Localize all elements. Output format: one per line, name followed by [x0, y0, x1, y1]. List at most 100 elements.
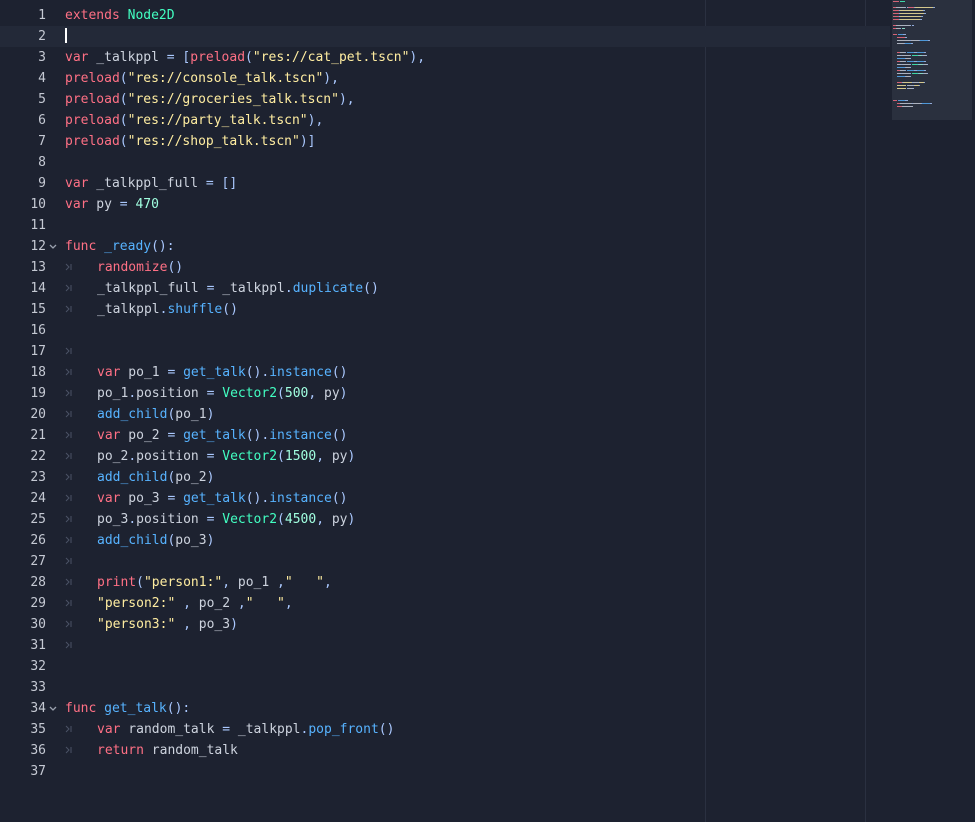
- code-line[interactable]: 9 var _talkppl_full = []: [0, 173, 890, 194]
- code-line[interactable]: 32: [0, 656, 890, 677]
- code-token: =: [205, 176, 214, 191]
- code-line[interactable]: 19 po_1.position = Vector2(500, py): [0, 383, 890, 404]
- minimap-stroke: [905, 61, 906, 62]
- line-number: 4: [38, 71, 46, 86]
- code-token: Vector2: [222, 449, 278, 464]
- code-token: ,: [277, 575, 285, 590]
- line-number: 30: [30, 617, 46, 632]
- code-line[interactable]: 13 randomize(): [0, 257, 890, 278]
- code-token: ),: [307, 113, 324, 128]
- code-line[interactable]: 35 var random_talk = _talkppl.pop_front(): [0, 719, 890, 740]
- code-line[interactable]: 15 _talkppl.shuffle(): [0, 299, 890, 320]
- text-caret: [65, 28, 67, 43]
- code-editor[interactable]: 1 extends Node2D 2 3 var _talkppl = [preload…: [0, 0, 975, 822]
- code-line[interactable]: 31: [0, 635, 890, 656]
- code-line[interactable]: 2: [0, 26, 890, 47]
- code-line[interactable]: 37: [0, 761, 890, 782]
- code-line[interactable]: 1 extends Node2D: [0, 5, 890, 26]
- line-number: 32: [30, 659, 46, 674]
- code-line[interactable]: 7 preload("res://shop_talk.tscn")]: [0, 131, 890, 152]
- code-token: .: [284, 281, 293, 296]
- code-line[interactable]: 4 preload("res://console_talk.tscn"),: [0, 68, 890, 89]
- code-token: (: [245, 50, 253, 65]
- code-token: =: [119, 197, 128, 212]
- code-token: po_1: [175, 407, 207, 422]
- code-line[interactable]: 16: [0, 320, 890, 341]
- code-token: position: [136, 512, 207, 527]
- minimap-stroke: [897, 37, 905, 38]
- code-line[interactable]: 30 "person3:" , po_3): [0, 614, 890, 635]
- minimap-stroke: [902, 106, 913, 107]
- code-line[interactable]: 21 var po_2 = get_talk().instance(): [0, 425, 890, 446]
- minimap-stroke: [923, 10, 925, 11]
- code-token: return: [97, 743, 144, 758]
- code-token: (): [222, 302, 238, 317]
- code-token: ,: [308, 386, 317, 401]
- code-token: _talkppl: [97, 302, 160, 317]
- code-token: (: [119, 71, 128, 86]
- minimap[interactable]: [892, 0, 972, 120]
- code-line[interactable]: 14 _talkppl_full = _talkppl.duplicate(): [0, 278, 890, 299]
- line-number: 9: [38, 176, 46, 191]
- code-line[interactable]: 12 func _ready():: [0, 236, 890, 257]
- minimap-stroke: [924, 13, 926, 14]
- line-number: 18: [30, 365, 46, 380]
- code-line[interactable]: 28 print("person1:", po_1 ," ",: [0, 572, 890, 593]
- code-token: 1500: [284, 449, 317, 464]
- code-text: var random_talk = _talkppl.pop_front(): [97, 719, 394, 740]
- code-line[interactable]: 25 po_3.position = Vector2(4500, py): [0, 509, 890, 530]
- code-token: ),: [409, 50, 426, 65]
- minimap-stroke: [924, 70, 926, 71]
- code-token: ():: [151, 239, 175, 254]
- minimap-stroke: [900, 1, 905, 2]
- code-line[interactable]: 11: [0, 215, 890, 236]
- code-line[interactable]: 29 "person2:" , po_2 ," ",: [0, 593, 890, 614]
- code-line[interactable]: 24 var po_3 = get_talk().instance(): [0, 488, 890, 509]
- code-line[interactable]: 17: [0, 341, 890, 362]
- code-token: ,: [222, 575, 231, 590]
- code-token: _talkppl: [230, 722, 301, 737]
- code-line[interactable]: 23 add_child(po_2): [0, 467, 890, 488]
- chevron-down-icon[interactable]: [48, 698, 58, 719]
- code-line[interactable]: 8: [0, 152, 890, 173]
- line-number: 34: [30, 701, 46, 716]
- code-line[interactable]: 3 var _talkppl = [preload("res://cat_pet.…: [0, 47, 890, 68]
- code-token: ,: [183, 617, 191, 632]
- code-line[interactable]: 18 var po_1 = get_talk().instance(): [0, 362, 890, 383]
- code-token: po_3: [190, 617, 231, 632]
- code-line[interactable]: 36 return random_talk: [0, 740, 890, 761]
- code-token: position: [136, 449, 207, 464]
- code-token: instance: [269, 428, 332, 443]
- code-token: (): [378, 722, 395, 737]
- code-token: ): [339, 386, 348, 401]
- code-line[interactable]: 10 var py = 470: [0, 194, 890, 215]
- minimap-stroke: [903, 34, 906, 35]
- minimap-stroke: [920, 19, 922, 20]
- code-token: "res://console_talk.tscn": [127, 71, 324, 86]
- code-token: ,: [324, 575, 332, 590]
- code-line[interactable]: 26 add_child(po_3): [0, 530, 890, 551]
- line-number: 24: [30, 491, 46, 506]
- minimap-stroke: [927, 64, 928, 65]
- minimap-stroke: [910, 73, 911, 74]
- line-number: 3: [38, 50, 46, 65]
- code-line[interactable]: 34 func get_talk():: [0, 698, 890, 719]
- code-line[interactable]: 27: [0, 551, 890, 572]
- code-token: ().: [245, 365, 270, 380]
- code-line[interactable]: 20 add_child(po_1): [0, 404, 890, 425]
- line-number: 8: [38, 155, 46, 170]
- minimap-stroke: [910, 55, 911, 56]
- minimap-stroke: [897, 76, 905, 77]
- code-line[interactable]: 33: [0, 677, 890, 698]
- chevron-down-icon[interactable]: [48, 236, 58, 257]
- minimap-stroke: [900, 10, 923, 11]
- code-line[interactable]: 22 po_2.position = Vector2(1500, py): [0, 446, 890, 467]
- code-token: (: [277, 386, 285, 401]
- code-token: var: [65, 50, 89, 65]
- code-line[interactable]: 5 preload("res://groceries_talk.tscn"),: [0, 89, 890, 110]
- code-line[interactable]: 6 preload("res://party_talk.tscn"),: [0, 110, 890, 131]
- minimap-stroke: [924, 61, 926, 62]
- code-token: preload: [65, 113, 120, 128]
- code-token: func: [65, 701, 97, 716]
